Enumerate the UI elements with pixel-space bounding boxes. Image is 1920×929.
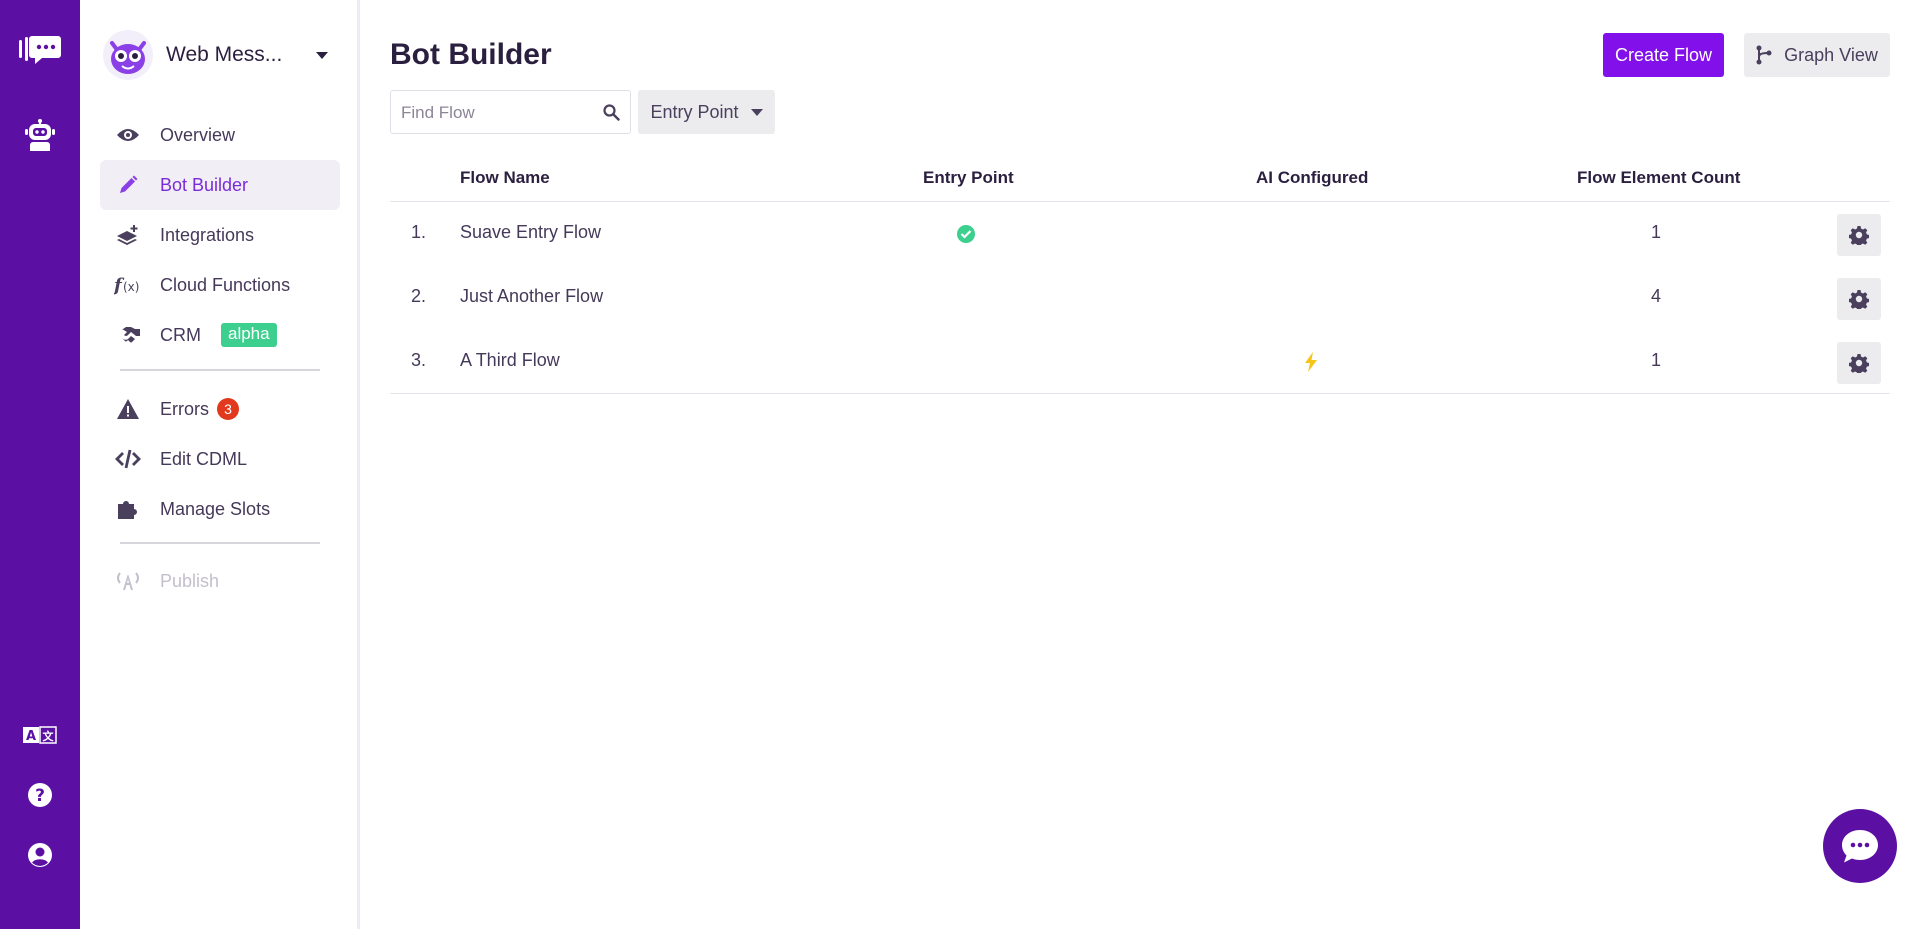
alpha-badge: alpha: [221, 323, 277, 347]
svg-text:(x): (x): [123, 280, 139, 294]
translate-icon[interactable]: A 文: [0, 720, 80, 750]
error-count-badge: 3: [217, 398, 239, 420]
puzzle-icon: [100, 498, 152, 520]
chevron-down-icon: [316, 51, 329, 59]
column-header-flow-element-count[interactable]: Flow Element Count: [1577, 168, 1740, 188]
flow-settings-button[interactable]: [1837, 278, 1881, 320]
code-icon: [100, 449, 152, 469]
page-title: Bot Builder: [390, 38, 552, 71]
sidebar-item-label: Errors: [160, 398, 209, 419]
sidebar-item-label: Cloud Functions: [160, 274, 291, 295]
layers-plus-icon: [100, 224, 152, 246]
flow-element-count: 4: [1650, 286, 1661, 306]
flow-name[interactable]: Suave Entry Flow: [460, 222, 601, 243]
flows-table: Flow Name Entry Point AI Configured Flow…: [390, 158, 1890, 394]
search-box: [390, 90, 631, 134]
dropdown-label: Entry Point: [650, 101, 739, 122]
sidebar-item-edit-cdml[interactable]: Edit CDML: [100, 434, 340, 484]
help-icon[interactable]: ?: [0, 780, 80, 810]
branch-icon: [1756, 45, 1772, 65]
chat-launcher-button[interactable]: [1823, 809, 1897, 883]
sidebar-item-label: Bot Builder: [160, 174, 249, 195]
sidebar-item-cloud-functions[interactable]: f (x) Cloud Functions: [100, 260, 340, 310]
flow-element-count: 1: [1650, 350, 1661, 370]
flow-settings-button[interactable]: [1837, 214, 1881, 256]
sidebar-item-publish[interactable]: Publish: [100, 556, 340, 606]
create-flow-button[interactable]: Create Flow: [1603, 33, 1724, 77]
sidebar-item-bot-builder[interactable]: Bot Builder: [100, 160, 340, 210]
entry-point-dropdown[interactable]: Entry Point: [638, 90, 775, 134]
find-flow-input[interactable]: [401, 101, 591, 125]
row-index: 1.: [410, 222, 426, 242]
search-icon[interactable]: [602, 103, 620, 121]
sidebar-divider: [120, 542, 320, 544]
bolt-icon: [1291, 330, 1331, 394]
pencil-icon: [100, 175, 152, 195]
bot-name: Web Mess...: [166, 43, 283, 66]
eye-icon: [100, 127, 152, 143]
chat-bubble-icon: [1842, 830, 1878, 863]
sidebar-divider: [120, 369, 320, 371]
column-header-flow-name[interactable]: Flow Name: [460, 168, 550, 188]
sidebar-item-label: Publish: [160, 570, 220, 591]
row-index: 2.: [410, 286, 426, 306]
flow-element-count: 1: [1650, 222, 1661, 242]
table-row[interactable]: 2. Just Another Flow 4: [390, 266, 1890, 330]
sidebar-item-label: Edit CDML: [160, 448, 248, 469]
sidebar-item-errors[interactable]: Errors 3: [100, 384, 340, 434]
bot-icon[interactable]: [0, 116, 80, 156]
svg-text:文: 文: [43, 729, 55, 743]
column-header-entry-point[interactable]: Entry Point: [923, 168, 1014, 188]
table-header: Flow Name Entry Point AI Configured Flow…: [390, 158, 1890, 202]
account-icon[interactable]: [0, 840, 80, 870]
app-logo-icon[interactable]: [0, 28, 80, 72]
handshake-icon: [100, 326, 152, 344]
bot-selector[interactable]: Web Mess...: [102, 28, 342, 82]
sidebar-item-label: Manage Slots: [160, 498, 271, 519]
app-rail: A 文 ?: [0, 0, 80, 929]
chevron-down-icon: [750, 108, 763, 116]
sidebar-item-crm[interactable]: CRM alpha: [100, 310, 340, 360]
graph-view-label: Graph View: [1784, 44, 1878, 65]
row-index: 3.: [410, 350, 426, 370]
table-row[interactable]: 3. A Third Flow 1: [390, 330, 1890, 394]
bot-avatar: [103, 30, 153, 80]
gear-icon: [1849, 354, 1869, 373]
sidebar-item-label: Overview: [160, 124, 236, 145]
function-icon: f (x): [100, 274, 152, 296]
sidebar-item-integrations[interactable]: Integrations: [100, 210, 340, 260]
sidebar-item-label: Integrations: [160, 224, 255, 245]
sidebar-item-manage-slots[interactable]: Manage Slots: [100, 484, 340, 534]
gear-icon: [1849, 226, 1869, 245]
broadcast-icon: [100, 570, 152, 592]
table-row[interactable]: 1. Suave Entry Flow 1: [390, 202, 1890, 266]
svg-text:?: ?: [35, 786, 45, 806]
graph-view-button[interactable]: Graph View: [1744, 33, 1890, 77]
gear-icon: [1849, 290, 1869, 309]
svg-text:A: A: [26, 729, 36, 744]
warning-icon: [100, 398, 152, 420]
check-circle-icon: [946, 202, 986, 266]
sidebar: Web Mess... Overview Bot Builder Integra…: [80, 0, 360, 929]
sidebar-item-label: CRM: [160, 324, 201, 345]
sidebar-item-overview[interactable]: Overview: [100, 110, 340, 160]
flow-name[interactable]: A Third Flow: [460, 350, 560, 371]
column-header-ai-configured[interactable]: AI Configured: [1256, 168, 1368, 188]
flow-settings-button[interactable]: [1837, 342, 1881, 384]
flow-name[interactable]: Just Another Flow: [460, 286, 603, 307]
